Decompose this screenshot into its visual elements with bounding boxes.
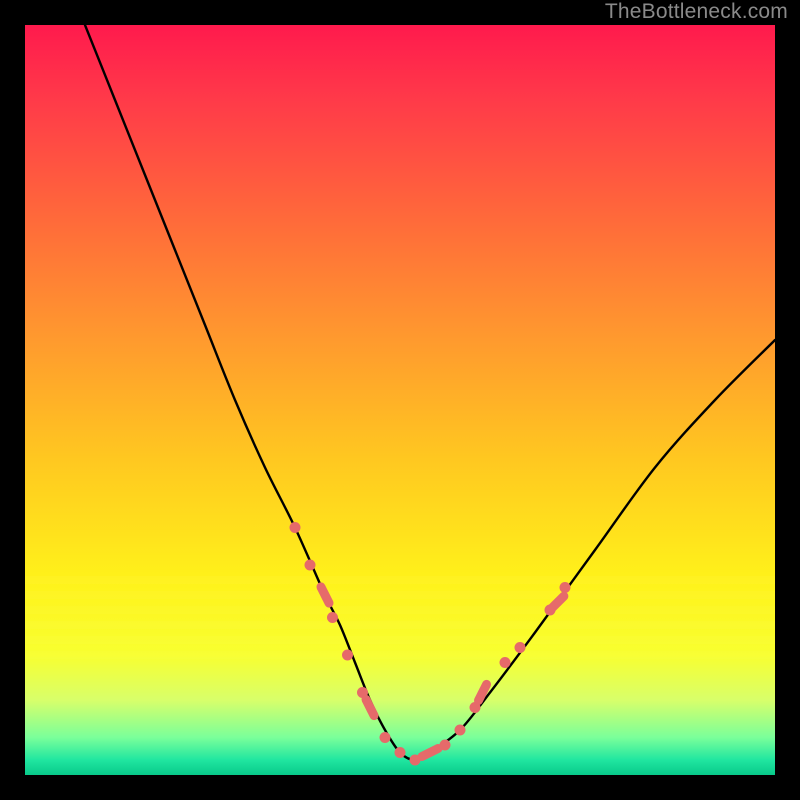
highlight-dot (455, 725, 466, 736)
highlight-segment (366, 699, 374, 715)
bottleneck-curve-line (85, 25, 775, 760)
highlight-dot (305, 560, 316, 571)
highlight-dot (380, 732, 391, 743)
highlight-dot (290, 522, 301, 533)
highlight-dot (515, 642, 526, 653)
highlight-segment (321, 587, 329, 603)
highlight-segment (551, 596, 564, 609)
highlight-dot (500, 657, 511, 668)
chart-svg (25, 25, 775, 775)
plot-area (25, 25, 775, 775)
highlight-dot (327, 612, 338, 623)
highlight-dot (440, 740, 451, 751)
highlight-dot (395, 747, 406, 758)
highlight-dot (342, 650, 353, 661)
watermark-text: TheBottleneck.com (605, 0, 788, 24)
chart-stage: TheBottleneck.com (0, 0, 800, 800)
highlight-segment (422, 748, 438, 756)
highlight-dot (560, 582, 571, 593)
highlight-dots-group (290, 522, 571, 766)
